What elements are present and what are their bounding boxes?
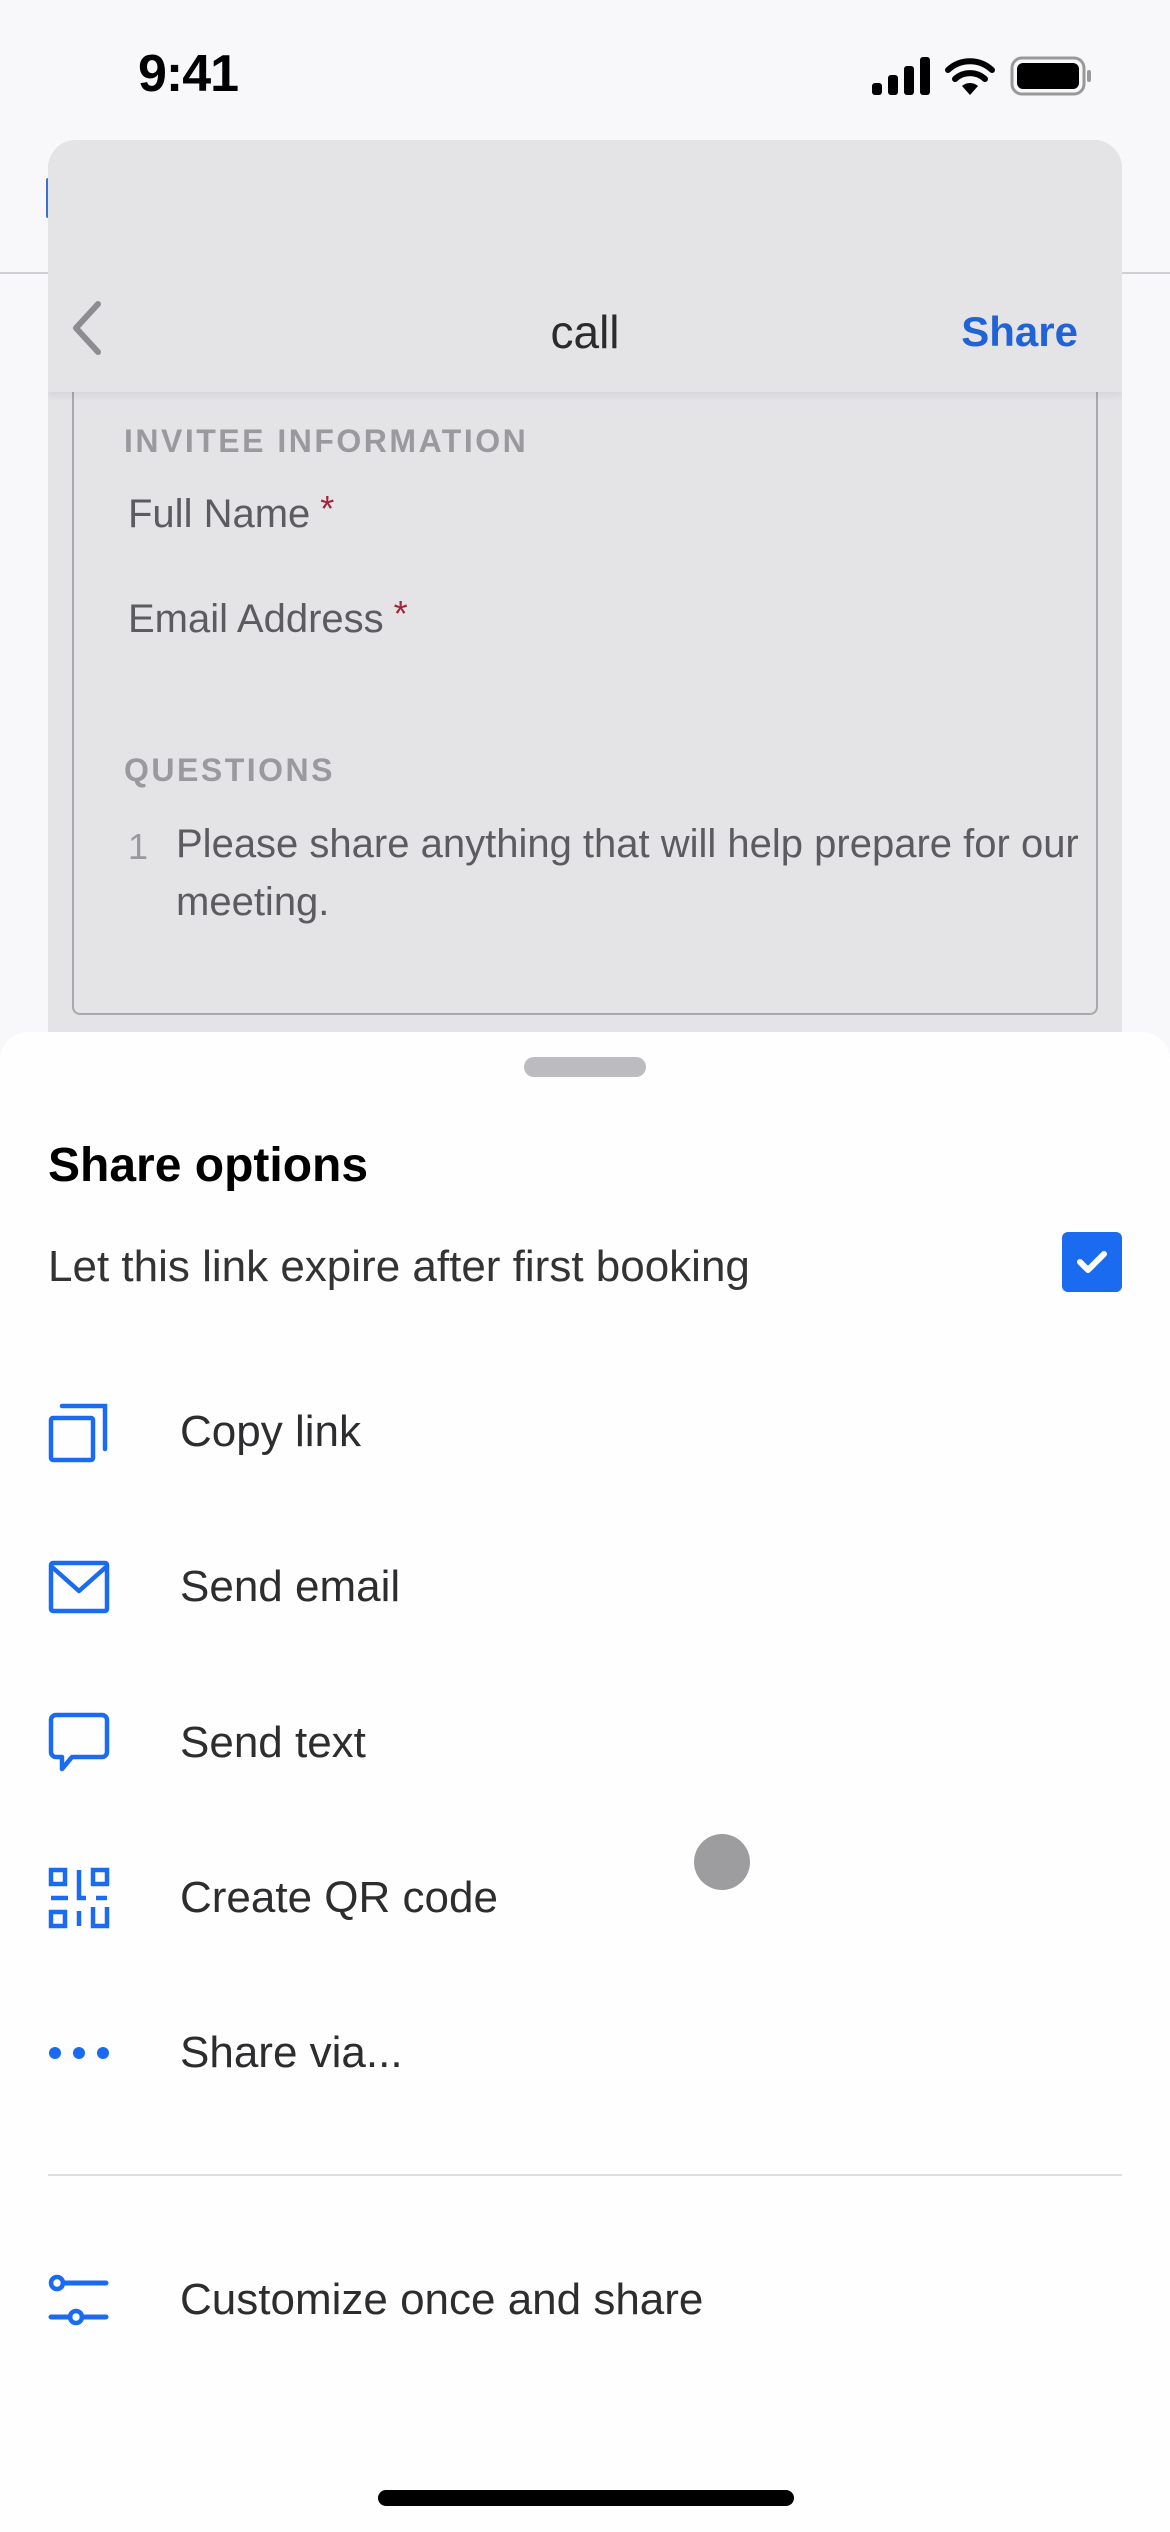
send-email-label: Send email xyxy=(180,1562,401,1611)
send-text-label: Send text xyxy=(180,1718,366,1767)
battery-icon xyxy=(1010,56,1091,96)
status-time: 9:41 xyxy=(138,45,239,103)
email-field-label: Email Address * xyxy=(128,593,408,642)
required-asterisk: * xyxy=(393,593,408,634)
share-options-sheet: Share options Let this link expire after… xyxy=(0,1032,1170,2532)
expire-link-checkbox[interactable] xyxy=(1062,1232,1122,1292)
sliders-icon xyxy=(48,2269,110,2331)
touch-indicator xyxy=(694,1834,750,1890)
share-via-option[interactable]: Share via... xyxy=(48,1998,1122,2108)
booking-form-preview: INVITEE INFORMATION Full Name * Email Add… xyxy=(72,390,1098,1015)
expire-link-label: Let this link expire after first booking xyxy=(48,1242,750,1291)
customize-and-share-label: Customize once and share xyxy=(180,2275,704,2324)
invitee-information-heading: INVITEE INFORMATION xyxy=(124,423,529,459)
question-number: 1 xyxy=(128,826,149,867)
send-email-option[interactable]: Send email xyxy=(48,1532,1122,1642)
checkmark-icon xyxy=(1077,1251,1107,1273)
wifi-icon xyxy=(945,58,995,95)
status-icons xyxy=(872,56,1092,96)
customize-and-share-option[interactable]: Customize once and share xyxy=(48,2245,1122,2355)
event-preview-modal: call Share INVITEE INFORMATION Full Name… xyxy=(48,140,1122,1040)
modal-nav-bar: call Share xyxy=(48,140,1122,392)
message-icon xyxy=(48,1712,110,1774)
more-horizontal-icon xyxy=(48,2022,110,2084)
copy-link-label: Copy link xyxy=(180,1407,361,1456)
question-text: Please share anything that will help pre… xyxy=(176,822,1079,924)
email-label: Email Address xyxy=(128,597,384,641)
options-divider xyxy=(48,2174,1122,2176)
required-asterisk: * xyxy=(320,488,335,529)
status-bar: 9:41 xyxy=(0,0,1170,140)
sheet-grabber-handle[interactable] xyxy=(524,1057,646,1077)
create-qr-code-label: Create QR code xyxy=(180,1873,498,1922)
qr-code-icon xyxy=(48,1867,110,1929)
cellular-signal-icon xyxy=(872,57,930,95)
expire-link-row[interactable]: Let this link expire after first booking xyxy=(48,1232,1122,1302)
copy-icon xyxy=(48,1401,110,1463)
home-indicator[interactable] xyxy=(378,2490,794,2506)
share-button[interactable]: Share xyxy=(961,308,1078,356)
questions-heading: QUESTIONS xyxy=(124,752,335,788)
sheet-title: Share options xyxy=(48,1139,369,1192)
copy-link-option[interactable]: Copy link xyxy=(48,1377,1122,1487)
send-text-option[interactable]: Send text xyxy=(48,1688,1122,1798)
share-via-label: Share via... xyxy=(180,2028,403,2077)
full-name-field-label: Full Name * xyxy=(128,488,334,537)
full-name-label: Full Name xyxy=(128,492,311,536)
mail-icon xyxy=(48,1556,110,1618)
create-qr-code-option[interactable]: Create QR code xyxy=(48,1843,1122,1953)
